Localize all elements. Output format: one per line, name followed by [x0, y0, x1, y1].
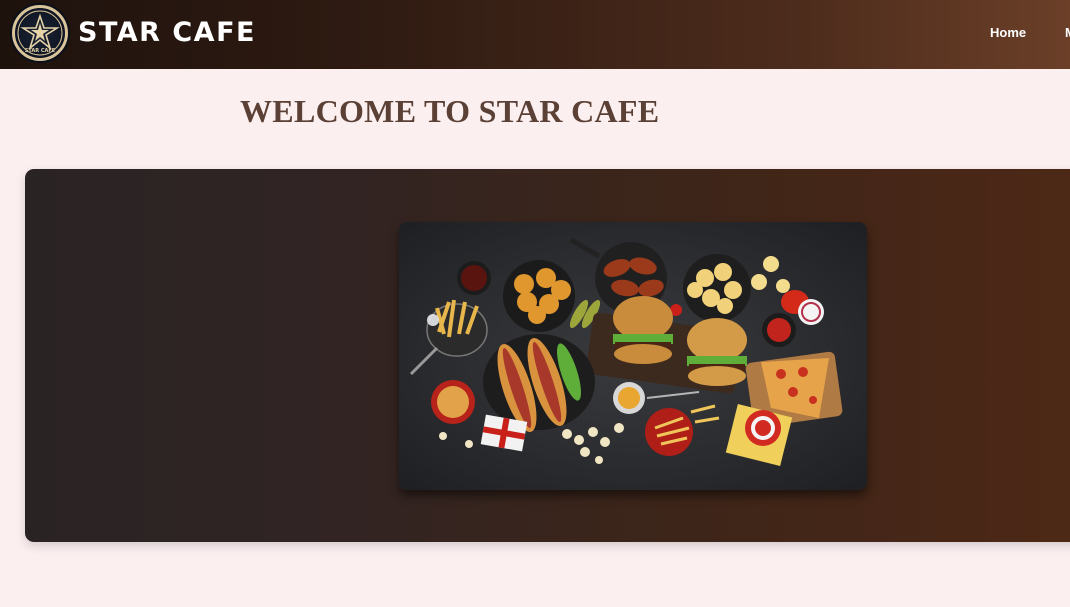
nav-link-home[interactable]: Home	[990, 25, 1026, 40]
brand-name[interactable]: STAR CAFE	[78, 17, 256, 48]
food-spread-illustration	[409, 237, 843, 467]
star-logo-icon: STAR CAFE	[17, 10, 63, 56]
food-spread-image	[399, 222, 867, 490]
top-navbar: STAR CAFE STAR CAFE Home M	[0, 0, 1070, 69]
star-cafe-logo[interactable]: STAR CAFE	[12, 5, 68, 61]
svg-text:STAR CAFE: STAR CAFE	[25, 48, 56, 54]
welcome-title: WELCOME TO STAR CAFE	[240, 93, 660, 129]
nav-link-menu[interactable]: M	[1065, 25, 1070, 40]
